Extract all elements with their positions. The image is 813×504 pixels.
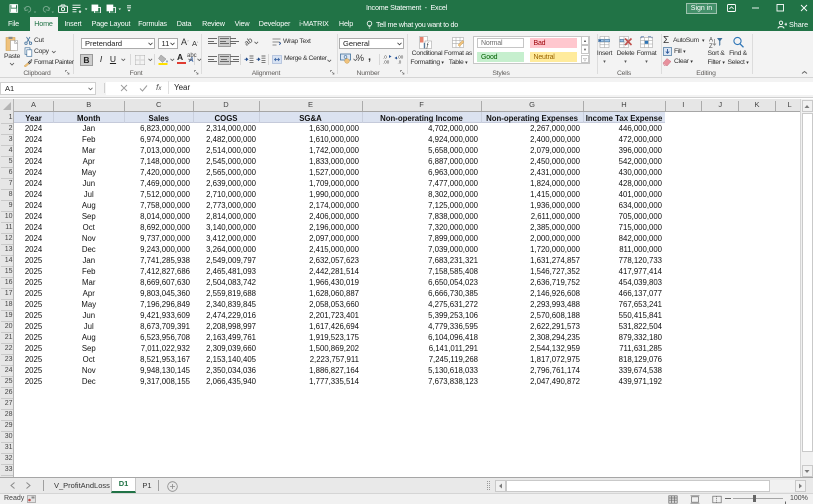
svg-text:.0: .0 [398,60,402,65]
svg-text:Z: Z [709,44,713,49]
svg-text:A: A [709,38,713,44]
svg-text:.00: .00 [383,60,390,65]
svg-text:ƒ: ƒ [426,43,429,49]
